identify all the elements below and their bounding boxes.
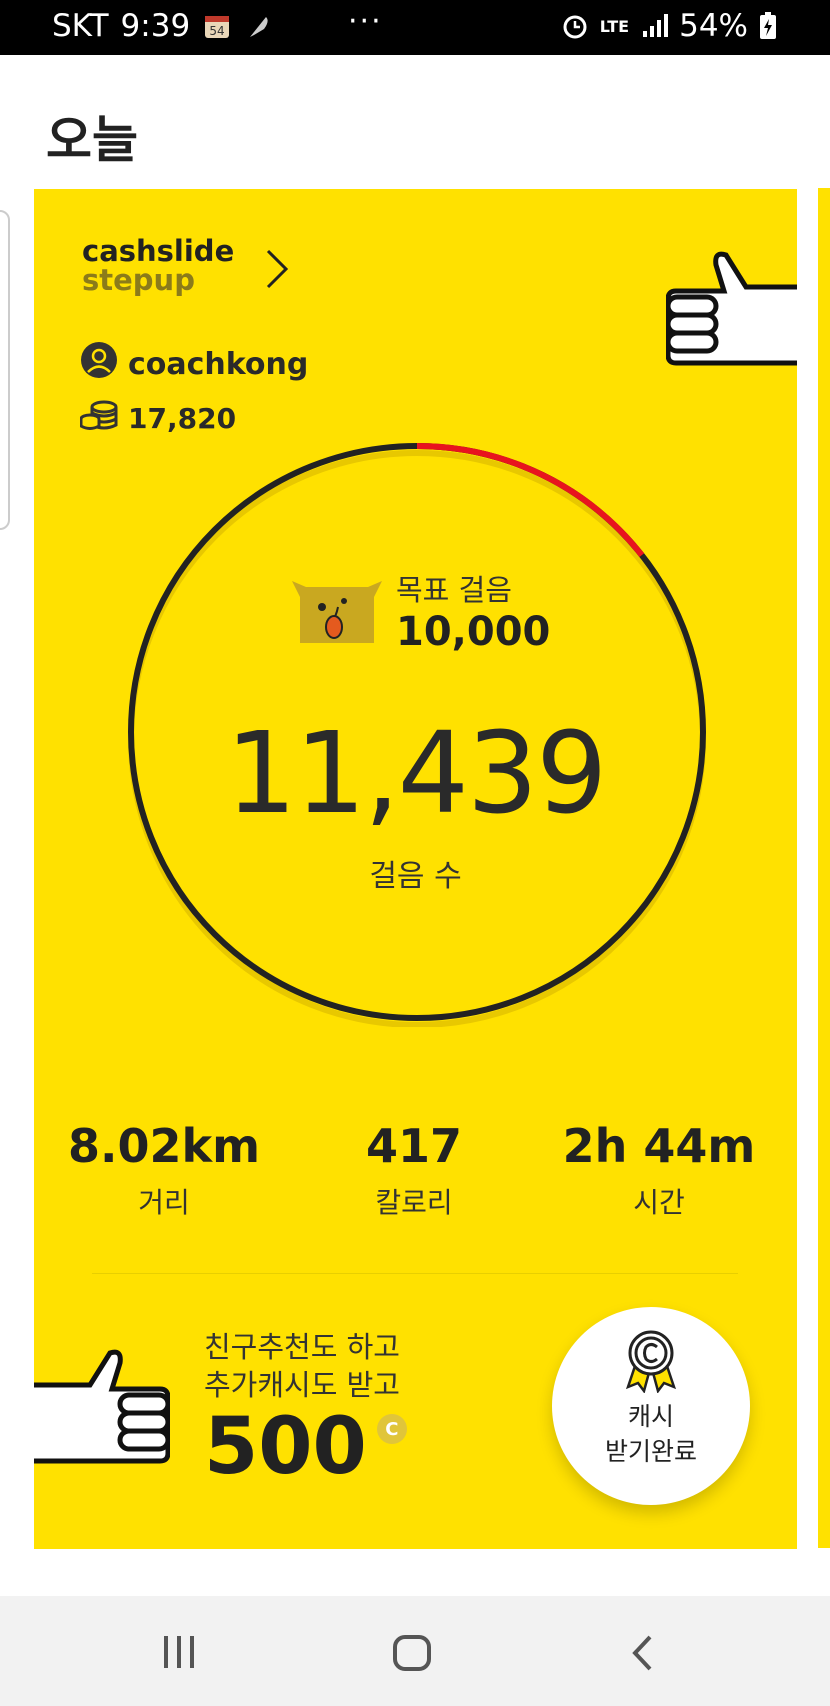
promo-amount-row: 500 C	[204, 1408, 407, 1486]
status-bar: SKT 9:39 54 ··· LTE 54%	[0, 0, 830, 55]
referral-promo[interactable]: 친구추천도 하고 추가캐시도 받고 500 C	[204, 1329, 407, 1486]
calendar-badge: 54	[210, 24, 225, 38]
coin-icon: C	[376, 1414, 407, 1445]
battery-percent: 54%	[679, 8, 748, 44]
more-notifications: ···	[348, 4, 383, 39]
cash-balance-row: 17,820	[79, 399, 237, 438]
promo-line1: 친구추천도 하고	[204, 1330, 400, 1364]
previous-card-peek[interactable]	[0, 210, 10, 530]
brand-line1: cashslide	[82, 234, 235, 268]
page-title: 오늘	[46, 111, 138, 169]
promo-line2: 추가캐시도 받고	[204, 1367, 400, 1402]
step-count: 11,439	[225, 709, 608, 839]
ring-progress-arc	[416, 443, 645, 558]
status-right: LTE 54%	[560, 8, 788, 44]
network-type: LTE	[599, 16, 630, 36]
today-step-card: cashslide stepup coachkong 17,820 목표 걸음 …	[34, 189, 797, 1549]
chevron-right-icon[interactable]	[264, 247, 292, 295]
brand-logo[interactable]: cashslide stepup	[82, 237, 234, 295]
recent-apps-icon[interactable]	[160, 1634, 198, 1674]
clock: 9:39	[120, 8, 191, 44]
goal-label: 목표 걸음	[396, 573, 512, 607]
cash-received-button[interactable]: 캐시 받기완료	[552, 1307, 750, 1505]
username: coachkong	[128, 346, 309, 382]
coin-stack-icon	[79, 399, 118, 438]
home-icon[interactable]	[392, 1634, 432, 1676]
cash-balance: 17,820	[128, 402, 237, 435]
thumbs-up-icon	[665, 247, 797, 371]
alarm-icon	[560, 11, 590, 41]
battery-icon	[758, 11, 788, 41]
brand-line2: stepup	[82, 263, 195, 297]
calendar-icon: 54	[202, 11, 232, 41]
thumbs-up-icon	[34, 1345, 171, 1469]
back-icon[interactable]	[630, 1634, 656, 1676]
stat-calories: 417 칼로리	[284, 1119, 544, 1221]
distance-label: 거리	[138, 1186, 190, 1219]
user-row: coachkong	[80, 341, 308, 387]
cash-button-line1: 캐시	[627, 1402, 674, 1431]
promo-amount: 500	[204, 1402, 367, 1493]
divider	[92, 1273, 738, 1274]
stat-time: 2h 44m 시간	[529, 1119, 789, 1221]
time-value: 2h 44m	[562, 1119, 756, 1173]
step-count-label: 걸음 수	[369, 859, 462, 894]
mascot-dog-icon	[292, 577, 382, 651]
goal-value: 10,000	[396, 609, 551, 655]
medal-icon	[552, 1329, 750, 1397]
next-card-peek[interactable]	[818, 188, 830, 1548]
time-label: 시간	[633, 1186, 685, 1219]
signal-icon	[639, 11, 669, 41]
calories-value: 417	[365, 1119, 463, 1173]
calories-label: 칼로리	[375, 1186, 453, 1219]
system-nav-bar	[0, 1596, 830, 1706]
carrier-label: SKT	[52, 8, 109, 44]
distance-value: 8.02km	[67, 1119, 261, 1173]
cash-button-line2: 받기완료	[604, 1437, 697, 1467]
user-icon	[80, 341, 118, 387]
status-left: SKT 9:39 54	[52, 8, 274, 44]
stat-distance: 8.02km 거리	[34, 1119, 294, 1221]
feather-icon	[244, 11, 274, 41]
